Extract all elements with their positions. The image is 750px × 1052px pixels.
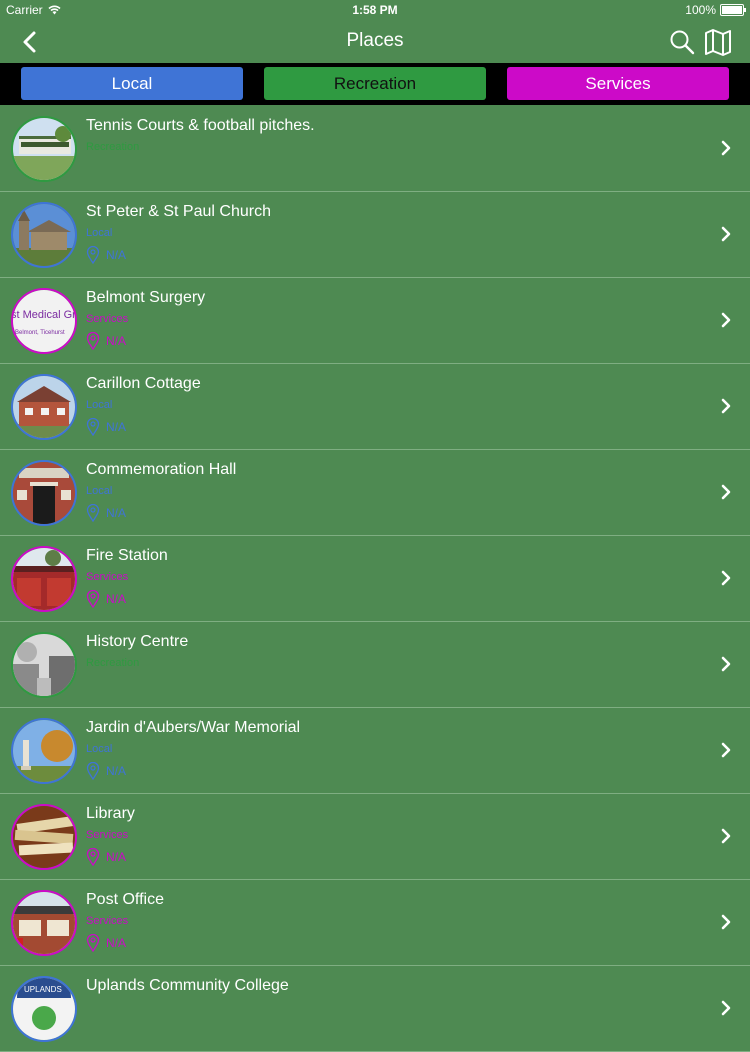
battery: 100% — [685, 3, 746, 17]
place-address-text: N/A — [106, 248, 127, 262]
battery-icon — [720, 4, 746, 16]
place-title: History Centre — [86, 633, 189, 650]
place-category: Services — [86, 313, 129, 325]
places-list: Tennis Courts & football pitches. Recreat… — [0, 106, 750, 1052]
place-thumbnail — [11, 890, 77, 956]
place-category: Recreation — [86, 657, 140, 669]
list-item[interactable]: Fire Station Services N/A — [0, 536, 750, 622]
list-item[interactable]: Tennis Courts & football pitches. Recreat… — [0, 106, 750, 192]
list-item[interactable]: Library Services N/A — [0, 794, 750, 880]
location-pin-icon — [86, 934, 100, 952]
place-category: Services — [86, 571, 129, 583]
category-segmented-control: Local Recreation Services — [0, 63, 750, 105]
place-thumbnail — [11, 116, 77, 182]
place-thumbnail: UPLANDS — [11, 976, 77, 1042]
place-title: Belmont Surgery — [86, 289, 206, 306]
chevron-right-icon — [721, 312, 731, 328]
place-category: Local — [86, 743, 113, 755]
place-address-text: N/A — [106, 936, 127, 950]
place-thumbnail — [11, 546, 77, 612]
place-address: N/A — [86, 332, 126, 350]
list-item[interactable]: UPLANDS Uplands Community College — [0, 966, 750, 1052]
chevron-right-icon — [721, 226, 731, 242]
location-pin-icon — [86, 590, 100, 608]
place-address-text: N/A — [106, 420, 127, 434]
chevron-right-icon — [721, 140, 731, 156]
status-time: 1:58 PM — [352, 3, 398, 17]
place-address: N/A — [86, 590, 126, 608]
chevron-right-icon — [721, 398, 731, 414]
place-address-text: N/A — [106, 506, 127, 520]
place-title: Fire Station — [86, 547, 168, 564]
list-item[interactable]: Carillon Cottage Local N/A — [0, 364, 750, 450]
place-category: Local — [86, 485, 113, 497]
place-address: N/A — [86, 762, 126, 780]
place-thumbnail — [11, 202, 77, 268]
segment-local[interactable]: Local — [21, 67, 243, 100]
place-thumbnail — [11, 804, 77, 870]
place-thumbnail — [11, 460, 77, 526]
location-pin-icon — [86, 762, 100, 780]
place-title: Commemoration Hall — [86, 461, 237, 478]
segment-recreation[interactable]: Recreation — [264, 67, 486, 100]
battery-percent: 100% — [685, 3, 716, 17]
place-address-text: N/A — [106, 334, 127, 348]
place-title: Library — [86, 805, 135, 822]
place-title: Uplands Community College — [86, 977, 289, 994]
place-address-text: N/A — [106, 592, 127, 606]
place-address: N/A — [86, 934, 126, 952]
place-address-text: N/A — [106, 764, 127, 778]
place-title: Post Office — [86, 891, 164, 908]
svg-text:Belmont, Ticehurst: Belmont, Ticehurst — [15, 330, 65, 336]
list-item[interactable]: St Peter & St Paul Church Local N/A — [0, 192, 750, 278]
chevron-right-icon — [721, 1000, 731, 1016]
chevron-right-icon — [721, 656, 731, 672]
place-thumbnail — [11, 374, 77, 440]
place-thumbnail — [11, 718, 77, 784]
chevron-right-icon — [721, 484, 731, 500]
place-address: N/A — [86, 504, 126, 522]
chevron-right-icon — [721, 914, 731, 930]
nav-bar: Places — [0, 20, 750, 63]
place-address: N/A — [86, 246, 126, 264]
svg-text:st Medical Gr: st Medical Gr — [13, 309, 75, 321]
list-item[interactable]: st Medical Gr Belmont, Ticehurst Belmont S… — [0, 278, 750, 364]
place-address-text: N/A — [106, 850, 127, 864]
list-item[interactable]: Post Office Services N/A — [0, 880, 750, 966]
place-category: Services — [86, 829, 129, 841]
place-address: N/A — [86, 418, 126, 436]
place-address: N/A — [86, 848, 126, 866]
list-item[interactable]: Jardin d'Aubers/War Memorial Local N/A — [0, 708, 750, 794]
location-pin-icon — [86, 418, 100, 436]
place-category: Recreation — [86, 141, 140, 153]
map-icon[interactable] — [703, 27, 733, 57]
location-pin-icon — [86, 246, 100, 264]
svg-text:UPLANDS: UPLANDS — [24, 985, 62, 994]
place-title: Jardin d'Aubers/War Memorial — [86, 719, 301, 736]
place-category: Local — [86, 227, 113, 239]
segment-services[interactable]: Services — [507, 67, 729, 100]
location-pin-icon — [86, 332, 100, 350]
status-bar: Carrier 1:58 PM 100% — [0, 0, 750, 20]
place-thumbnail: st Medical Gr Belmont, Ticehurst — [11, 288, 77, 354]
place-title: Tennis Courts & football pitches. — [86, 117, 315, 134]
place-category: Local — [86, 399, 113, 411]
page-title: Places — [346, 30, 404, 51]
place-thumbnail — [11, 632, 77, 698]
location-pin-icon — [86, 504, 100, 522]
list-item[interactable]: Commemoration Hall Local N/A — [0, 450, 750, 536]
chevron-right-icon — [721, 828, 731, 844]
location-pin-icon — [86, 848, 100, 866]
search-icon[interactable] — [668, 28, 696, 56]
place-category: Services — [86, 915, 129, 927]
chevron-right-icon — [721, 742, 731, 758]
chevron-right-icon — [721, 570, 731, 586]
place-title: St Peter & St Paul Church — [86, 203, 271, 220]
list-item[interactable]: History Centre Recreation — [0, 622, 750, 708]
place-title: Carillon Cottage — [86, 375, 201, 392]
